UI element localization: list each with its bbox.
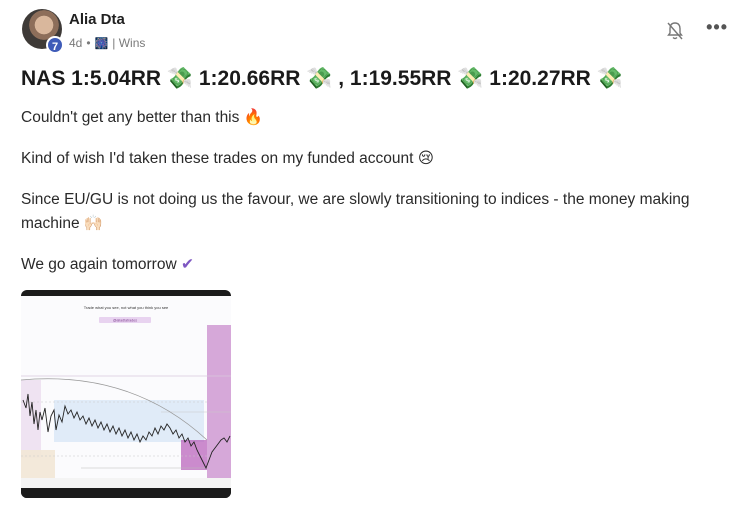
chart-handle: @aliadtatrades [113, 319, 137, 323]
chart-caption: Trade what you see, not what you think y… [84, 305, 169, 310]
meta-separator: • [86, 36, 91, 50]
post-paragraph-text: We go again tomorrow [21, 256, 177, 273]
post-header: 7 Alia Dta 4d • 🎆 | Wins ••• [22, 9, 728, 54]
post-paragraph-last: We go again tomorrow ✔ [21, 253, 721, 277]
post-paragraph: Since EU/GU is not doing us the favour, … [21, 191, 690, 232]
bell-off-icon[interactable] [666, 21, 684, 41]
trading-chart-graphic: Trade what you see, not what you think y… [21, 296, 231, 488]
post-paragraph: Couldn't get any better than this 🔥 [21, 109, 263, 126]
post-paragraph: Kind of wish I'd taken these trades on m… [21, 150, 434, 167]
check-icon: ✔ [180, 256, 194, 273]
post-title: NAS 1:5.04RR 💸 1:20.66RR 💸 , 1:19.55RR 💸… [21, 67, 623, 90]
more-options-icon[interactable]: ••• [706, 17, 728, 38]
level-badge: 7 [46, 36, 64, 54]
author-name[interactable]: Alia Dta [69, 11, 125, 28]
post-category[interactable]: | Wins [112, 36, 145, 50]
post-time: 4d [69, 36, 83, 50]
post-meta: 4d • 🎆 | Wins [69, 36, 145, 50]
chart-frame-bottom [21, 488, 231, 498]
chart-image[interactable]: Trade what you see, not what you think y… [21, 290, 231, 498]
sparkle-icon: 🎆 [94, 37, 109, 50]
post-body: Couldn't get any better than this 🔥 Kind… [21, 106, 721, 294]
